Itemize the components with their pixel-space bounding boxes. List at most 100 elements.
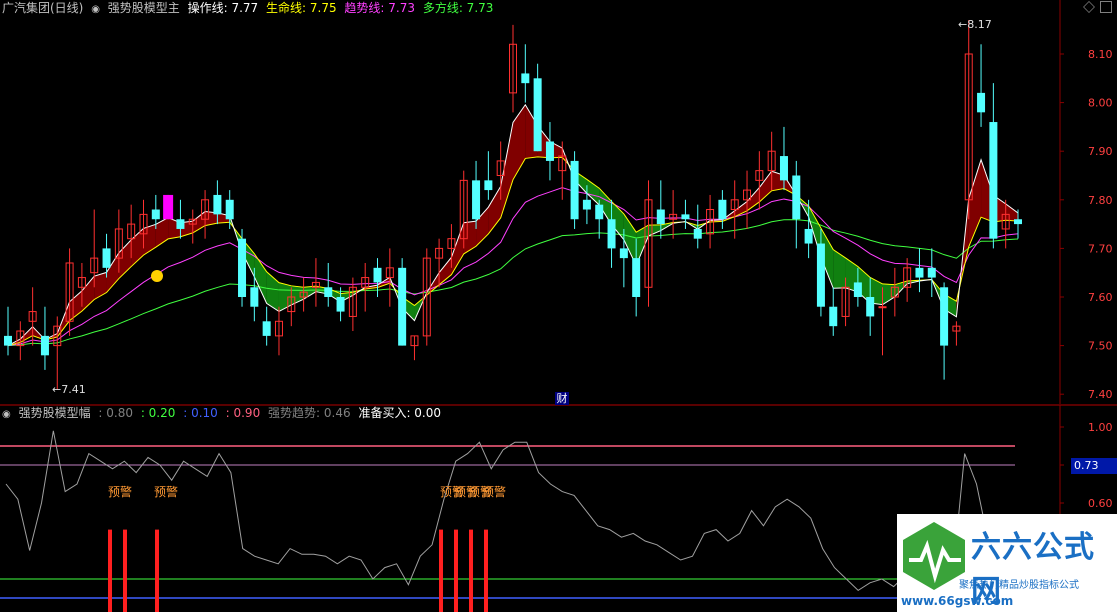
candle-body-down: [40, 335, 49, 356]
candle-body-down: [1014, 219, 1022, 225]
trend-band-segment: [1005, 203, 1018, 222]
signal-bar: [469, 529, 473, 612]
low-price-label: ←7.41: [52, 383, 86, 396]
window-box-icon[interactable]: [1100, 1, 1112, 13]
candle-body-down: [582, 199, 591, 210]
candle-body-down: [792, 175, 801, 220]
candle-body-down: [977, 92, 986, 113]
price-tick-label: 8.00: [1088, 97, 1113, 110]
sub-value-3: : 0.10: [183, 406, 218, 420]
line-life-label: 生命线: 7.75: [266, 1, 337, 15]
signal-bar: [123, 529, 127, 612]
candle-body-down: [373, 267, 382, 283]
high-price-label: ←8.17: [958, 18, 992, 31]
candle-body-down: [4, 335, 12, 346]
candle-body-down: [250, 287, 259, 307]
sub-indicator-toggle-icon[interactable]: ◉: [2, 409, 11, 420]
current-value-badge: 0.73: [1071, 458, 1117, 474]
warning-label: 预警: [108, 484, 132, 499]
ready-buy-value: 准备买入: 0.00: [358, 406, 442, 420]
smiley-icon: [151, 270, 163, 282]
line-operate-label: 操作线: 7.77: [187, 1, 259, 15]
signal-bar: [439, 529, 443, 612]
candle-body-down: [324, 287, 333, 297]
candle-body-down: [656, 209, 665, 225]
candle-body-down: [718, 199, 727, 220]
indicator-toggle-icon[interactable]: ◉: [91, 4, 100, 15]
price-tick-label: 7.60: [1088, 291, 1113, 304]
sub-chart-header: ◉ 强势股模型幅 : 0.80 : 0.20 : 0.10 : 0.90 强势趋…: [2, 405, 445, 421]
warning-label: 预警: [154, 484, 178, 499]
finance-marker[interactable]: 财: [555, 392, 569, 405]
signal-bar: [108, 529, 112, 612]
candle-body-down: [927, 267, 936, 278]
trend-band-segment: [463, 221, 477, 254]
line-bull-label: 多方线: 7.73: [422, 1, 494, 15]
site-logo: 六六公式网 聚焦热门精品炒股指标公式 www.66gsw.com: [897, 514, 1117, 612]
candle-body-down: [533, 78, 542, 152]
candle-body-down: [607, 219, 616, 249]
candle-body-down: [940, 287, 949, 346]
sub-tick-label: 0.60: [1088, 497, 1113, 510]
sub-value-1: : 0.80: [98, 406, 133, 420]
candle-body-down: [472, 180, 481, 220]
candle-body-down: [866, 297, 875, 317]
candle-body-down: [816, 243, 825, 307]
price-tick-label: 7.70: [1088, 242, 1113, 255]
sub-indicator-name[interactable]: 强势股模型幅: [19, 406, 91, 420]
trend-band-segment: [94, 272, 107, 300]
price-tick-label: 7.80: [1088, 194, 1113, 207]
candle-body-down: [829, 306, 838, 327]
candle-body-down: [176, 219, 185, 229]
logo-url: www.66gsw.com: [901, 594, 1014, 608]
signal-bar: [484, 529, 488, 612]
trend-band-segment: [488, 186, 501, 234]
price-tick-label: 8.10: [1088, 48, 1113, 61]
price-chart[interactable]: 8.10 8.00 7.90 7.80 7.70 7.60 7.50 7.40 ←8.17 ←7.…: [0, 0, 1117, 405]
candle-body-down: [213, 194, 222, 215]
price-tick-label: 7.40: [1088, 388, 1113, 401]
trend-band-segment: [759, 171, 772, 202]
main-chart-header: 广汽集团(日线) ◉ 强势股模型主 操作线: 7.77 生命线: 7.75 趋势…: [2, 0, 497, 16]
candle-body-down: [398, 267, 407, 346]
stock-name: 广汽集团(日线): [2, 1, 84, 15]
logo-subtitle: 聚焦热门精品炒股指标公式: [959, 580, 1079, 591]
trend-band-segment: [968, 159, 982, 247]
candle-body-down: [262, 321, 271, 336]
candle-body-down: [102, 248, 111, 268]
signal-bar: [454, 529, 458, 612]
signal-bar: [155, 529, 159, 612]
logo-mark-icon: [903, 522, 965, 590]
trend-band-segment: [500, 122, 513, 218]
candle-body-down: [915, 267, 924, 278]
candle-body-down: [619, 248, 628, 259]
trend-band-segment: [833, 249, 846, 289]
highlight-candle: [163, 194, 174, 220]
candle-body-down: [989, 122, 998, 239]
candle-body-down: [632, 258, 641, 297]
warning-label: 预警: [482, 484, 506, 499]
candle-body-down: [225, 199, 234, 220]
strong-trend-value: 强势趋势: 0.46: [268, 406, 351, 420]
sub-tick-label: 1.00: [1088, 421, 1113, 434]
price-tick-label: 7.50: [1088, 340, 1113, 353]
sub-value-4: : 0.90: [225, 406, 261, 420]
main-chart-pane[interactable]: 广汽集团(日线) ◉ 强势股模型主 操作线: 7.77 生命线: 7.75 趋势…: [0, 0, 1117, 405]
sub-value-2: : 0.20: [140, 406, 176, 420]
candle-body-down: [545, 141, 554, 161]
candle-body-down: [238, 238, 247, 297]
candle-body-down: [779, 156, 788, 181]
candle-body-up: [878, 306, 887, 309]
candle-body-down: [484, 180, 493, 191]
candle-body-down: [693, 228, 702, 239]
candle-body-down: [151, 209, 160, 220]
main-indicator-name[interactable]: 强势股模型主: [108, 1, 180, 15]
candle-body-down: [521, 73, 530, 84]
price-tick-label: 7.90: [1088, 145, 1113, 158]
trend-band-segment: [143, 224, 156, 256]
candle-body-down: [570, 160, 579, 220]
trend-band-segment: [648, 224, 661, 236]
candle-body-down: [804, 228, 813, 244]
candle-body-down: [336, 297, 345, 312]
candle-body-down: [681, 214, 690, 220]
